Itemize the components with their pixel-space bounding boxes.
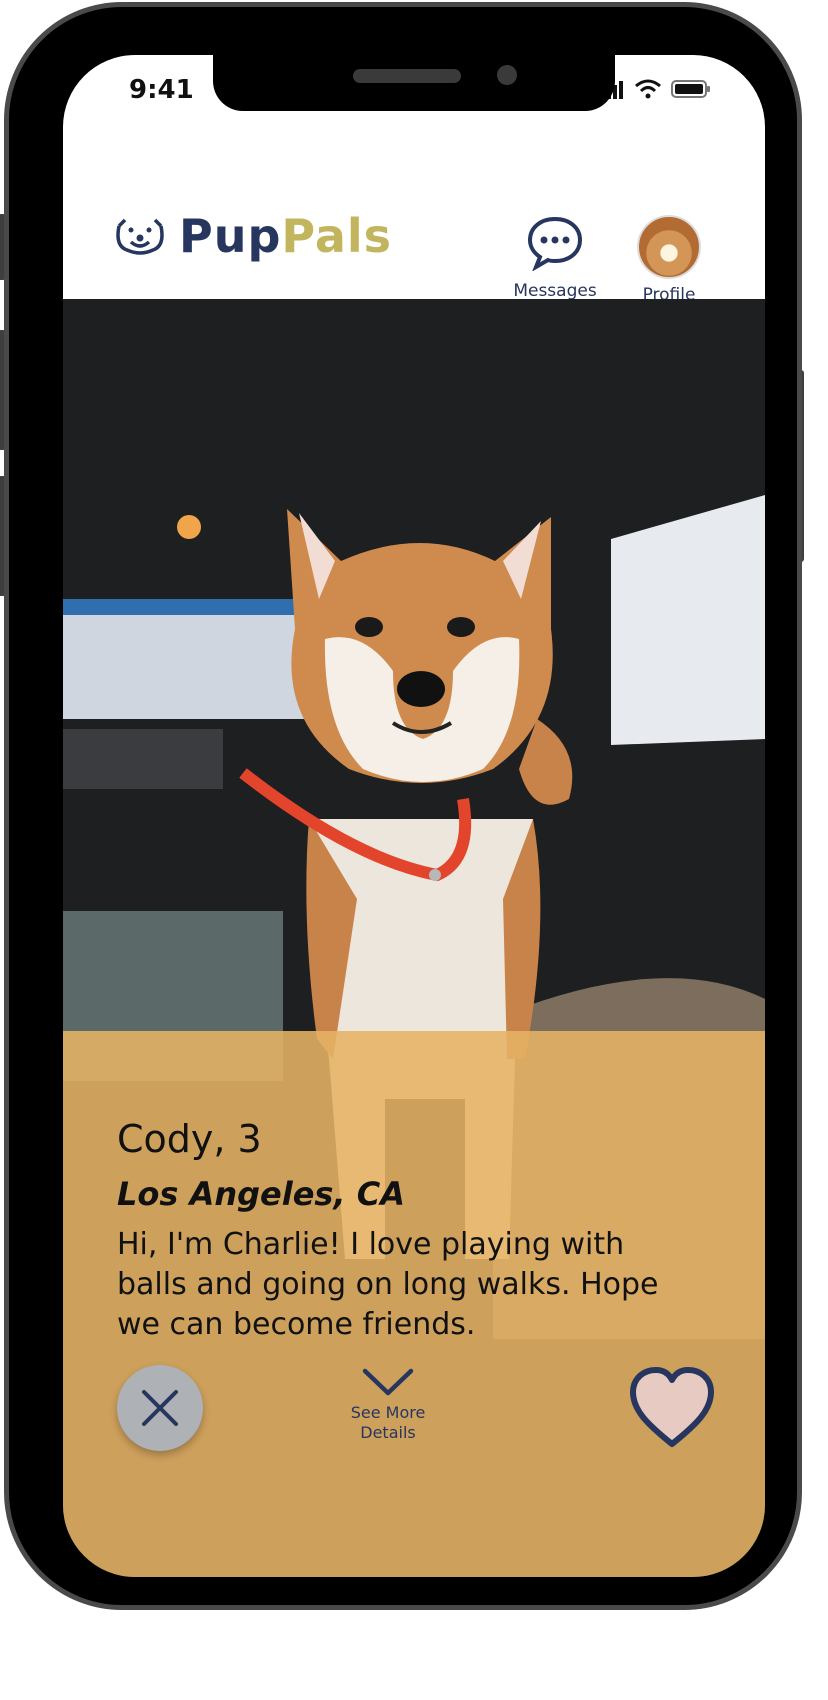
logo-text: PupPals [179, 209, 392, 263]
chevron-down-icon [362, 1368, 414, 1396]
messages-label: Messages [513, 281, 597, 301]
avatar [637, 215, 701, 279]
logo-text-pup: Pup [179, 209, 282, 263]
dog-location: Los Angeles, CA [117, 1175, 405, 1213]
front-camera [497, 65, 517, 85]
close-icon [142, 1390, 178, 1426]
dog-bio: Hi, I'm Charlie! I love playing with bal… [117, 1227, 659, 1342]
speaker [353, 69, 461, 83]
chat-bubble-icon [527, 216, 583, 272]
profile-info-card: Cody, 3 Los Angeles, CA Hi, I'm Charlie!… [63, 1031, 765, 1577]
phone-frame: 9:41 PupPals Messages Profile Cody, 3 Lo… [4, 2, 802, 1610]
app-logo[interactable]: PupPals [113, 209, 392, 263]
paw-logo-icon [116, 218, 164, 255]
status-icons [601, 79, 711, 99]
app-screen: 9:41 PupPals Messages Profile Cody, 3 Lo… [63, 55, 765, 1577]
profile-button[interactable]: Profile [629, 215, 709, 305]
wifi-icon [635, 79, 661, 99]
logo-text-pals: Pals [281, 209, 393, 263]
phone-notch [213, 55, 615, 111]
see-more-label-1: See More [350, 1403, 426, 1422]
see-more-label-2: Details [360, 1423, 416, 1442]
heart-icon [630, 1367, 714, 1447]
see-more-details-button[interactable]: See More Details [333, 1365, 443, 1443]
battery-icon [671, 80, 710, 98]
like-button[interactable] [627, 1363, 717, 1453]
dog-name-age: Cody, 3 [117, 1117, 262, 1161]
messages-button[interactable]: Messages [505, 215, 605, 301]
reject-button[interactable] [117, 1365, 203, 1451]
status-time: 9:41 [129, 75, 194, 105]
